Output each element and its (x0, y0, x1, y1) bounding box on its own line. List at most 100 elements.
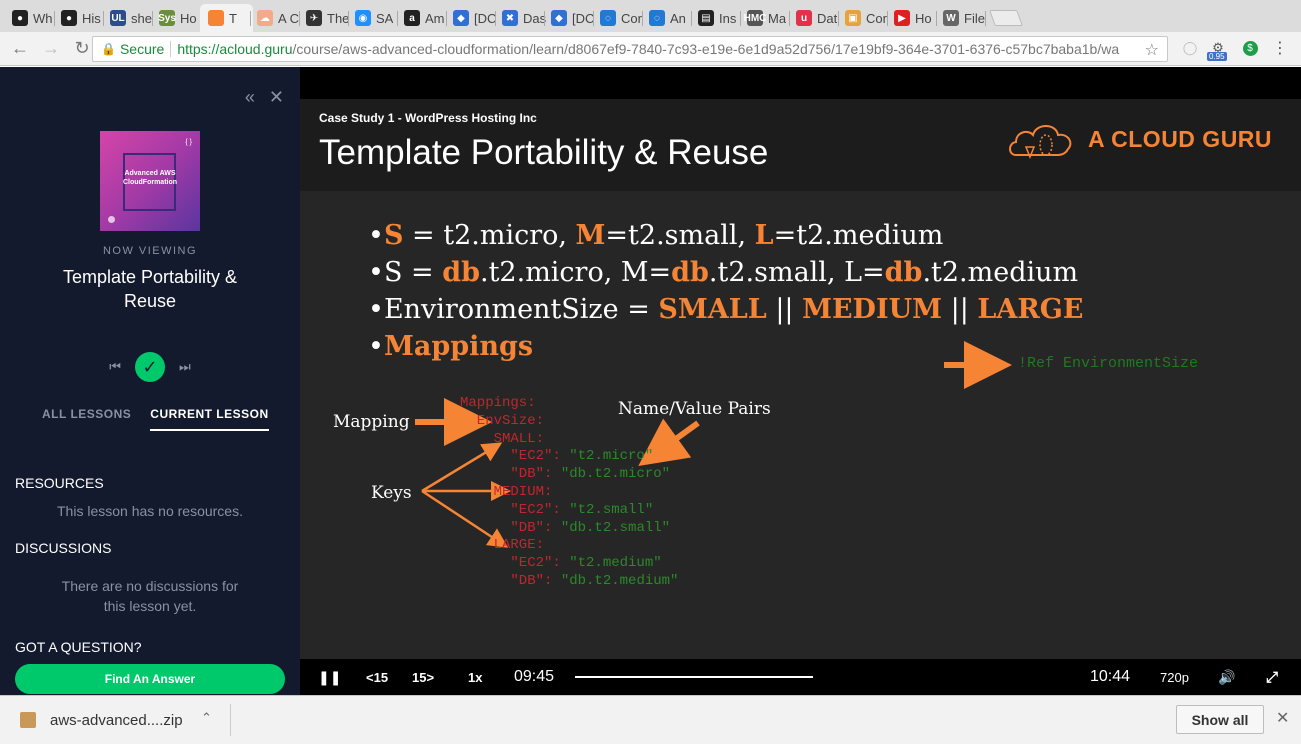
collapse-sidebar-icon[interactable]: « (245, 87, 255, 108)
browser-tab[interactable]: ☁ A C (249, 4, 302, 32)
tab-strip: ● Wh ● His UL she Sys Ho T ☁ A C ✈ The ◉ SA a Am ◆ [DC ✖ Das… (0, 0, 1301, 32)
volume-icon[interactable]: 🔊 (1218, 659, 1235, 695)
playback-speed-button[interactable]: 1x (468, 659, 482, 695)
browser-tab[interactable]: ✖ Das (494, 4, 547, 32)
code-line: "EC2": "t2.micro" (460, 448, 654, 465)
discussions-empty-text-1: There are no discussions for (61, 578, 239, 594)
lesson-title: Template Portability & Reuse (62, 267, 238, 311)
tab-title: Ho (915, 10, 932, 26)
code-line: EnvSize: (460, 412, 545, 429)
browser-tab[interactable]: ▤ Ins (690, 4, 743, 32)
browser-tab[interactable]: ◆ [DC (445, 4, 498, 32)
close-icon[interactable]: ✕ (269, 87, 284, 108)
cloud-icon: ☁ (257, 10, 273, 26)
udemy-icon: u (796, 10, 812, 26)
skip-back-button[interactable]: <15 (366, 659, 388, 695)
new-tab-button[interactable] (989, 10, 1023, 26)
browser-tab[interactable]: ● His (53, 4, 106, 32)
cover-dot-icon (108, 216, 115, 223)
browser-tab[interactable]: ◌ Cor (592, 4, 645, 32)
next-lesson-icon[interactable]: ⏭ (179, 359, 191, 375)
tab-title: she (131, 10, 152, 26)
quality-button[interactable]: 720p (1160, 659, 1189, 695)
skip-forward-label: 15 (412, 669, 427, 685)
amazon-icon: a (404, 10, 420, 26)
code-line: SMALL: (460, 430, 545, 447)
elapsed-time: 09:45 (514, 668, 555, 685)
browser-tab[interactable]: UL she (102, 4, 155, 32)
browser-tab[interactable]: T (200, 4, 253, 32)
download-filename[interactable]: aws-advanced....zip (50, 712, 183, 729)
browser-tab[interactable]: ▣ Cor (837, 4, 890, 32)
browser-tab[interactable]: ◉ SA (347, 4, 400, 32)
resources-heading: RESOURCES (15, 475, 104, 491)
tab-title: Dat (817, 10, 838, 26)
show-all-button[interactable]: Show all (1176, 705, 1264, 734)
browser-tab[interactable]: u Dat (788, 4, 841, 32)
previous-lesson-icon[interactable]: ⏮ (109, 359, 121, 375)
reload-icon[interactable]: ↻ (71, 38, 93, 60)
browser-tab[interactable]: ✈ The (298, 4, 351, 32)
dash-icon: ✖ (502, 10, 518, 26)
address-bar[interactable]: 🔒 Secure https://acloud.guru/course/aws-… (92, 36, 1168, 62)
course-sidebar: « ✕ { } Advanced AWS CloudFormation NOW … (0, 67, 300, 695)
back-icon[interactable]: ← (9, 38, 31, 60)
code-line: LARGE: (460, 537, 545, 554)
tab-title: Ins (719, 10, 737, 26)
slide-arrows (415, 341, 1012, 548)
code-braces-icon: { } (185, 139, 192, 146)
tab-title: Ma (768, 10, 787, 26)
browser-tab[interactable]: ● Wh (4, 4, 57, 32)
mappings-code-block: Mappings: EnvSize: SMALL: "EC2": "t2.mic… (460, 395, 678, 591)
url-path: /course/aws-advanced-cloudformation/lear… (292, 41, 1120, 57)
ul-icon: UL (110, 10, 126, 26)
wikipedia-icon: W (943, 10, 959, 26)
code-line: "DB": "db.t2.small" (460, 519, 671, 536)
url-host: https://acloud.guru (177, 41, 293, 57)
browser-tab[interactable]: ▶ Ho (886, 4, 939, 32)
skip-forward-button[interactable]: 15 > (412, 659, 434, 695)
find-answer-button[interactable]: Find An Answer (15, 664, 285, 694)
bookmark-star-icon[interactable]: ☆ (1145, 40, 1159, 60)
mapping-label: Mapping (333, 412, 410, 432)
browser-tab[interactable]: ◆ [DC (543, 4, 596, 32)
course-cover-image: { } Advanced AWS CloudFormation (100, 131, 200, 231)
browser-tab[interactable]: HMC Ma (739, 4, 792, 32)
menu-kebab-icon[interactable]: ⋮ (1270, 38, 1290, 58)
video-player[interactable]: Case Study 1 - WordPress Hosting Inc Tem… (300, 67, 1301, 695)
discussions-heading: DISCUSSIONS (15, 540, 112, 556)
extension-green-icon[interactable]: $ (1240, 38, 1260, 58)
circle-icon: ◌ (649, 10, 665, 26)
browser-tab[interactable]: a Am (396, 4, 449, 32)
diamond-icon: ◆ (551, 10, 567, 26)
forward-icon[interactable]: → (40, 38, 62, 60)
chevron-up-icon[interactable]: ⌃ (201, 710, 212, 726)
github-icon: ● (12, 10, 28, 26)
close-icon[interactable]: ✕ (1276, 708, 1289, 728)
code-line: MEDIUM: (460, 483, 553, 500)
extension-circle-icon[interactable]: ◯ (1180, 38, 1200, 58)
discussions-empty-text-2: this lesson yet. (103, 598, 197, 614)
browser-tab[interactable]: W File (935, 4, 988, 32)
tab-all-lessons[interactable]: ALL LESSONS (42, 407, 131, 431)
tab-title: File (964, 10, 985, 26)
now-viewing-label: NOW VIEWING (102, 245, 198, 257)
lesson-complete-check-icon[interactable]: ✓ (135, 352, 165, 382)
tab-current-lesson[interactable]: CURRENT LESSON (150, 407, 269, 431)
browser-tab[interactable]: Sys Ho (151, 4, 204, 32)
code-line: Mappings: (460, 395, 536, 411)
tab-title: Am (425, 10, 445, 26)
code-line: "DB": "db.t2.medium" (460, 572, 679, 589)
tab-title: Cor (621, 10, 642, 26)
resources-empty-text: This lesson has no resources. (57, 503, 243, 519)
ref-environment-size: !Ref EnvironmentSize (1018, 355, 1199, 372)
pause-icon[interactable]: ❚❚ (318, 659, 341, 695)
fullscreen-icon[interactable]: ⤢ (1266, 659, 1278, 695)
secure-label: Secure (119, 41, 165, 57)
browser-tab[interactable]: ◌ An (641, 4, 694, 32)
progress-bar[interactable] (575, 676, 813, 678)
tab-title: Ho (180, 10, 197, 26)
diamond-icon: ◆ (453, 10, 469, 26)
video-control-bar: ❚❚ <15 15 > 1x 09:45 10:44 720p 🔊 ⤢ (300, 659, 1301, 695)
code-line: "EC2": "t2.small" (460, 501, 654, 518)
